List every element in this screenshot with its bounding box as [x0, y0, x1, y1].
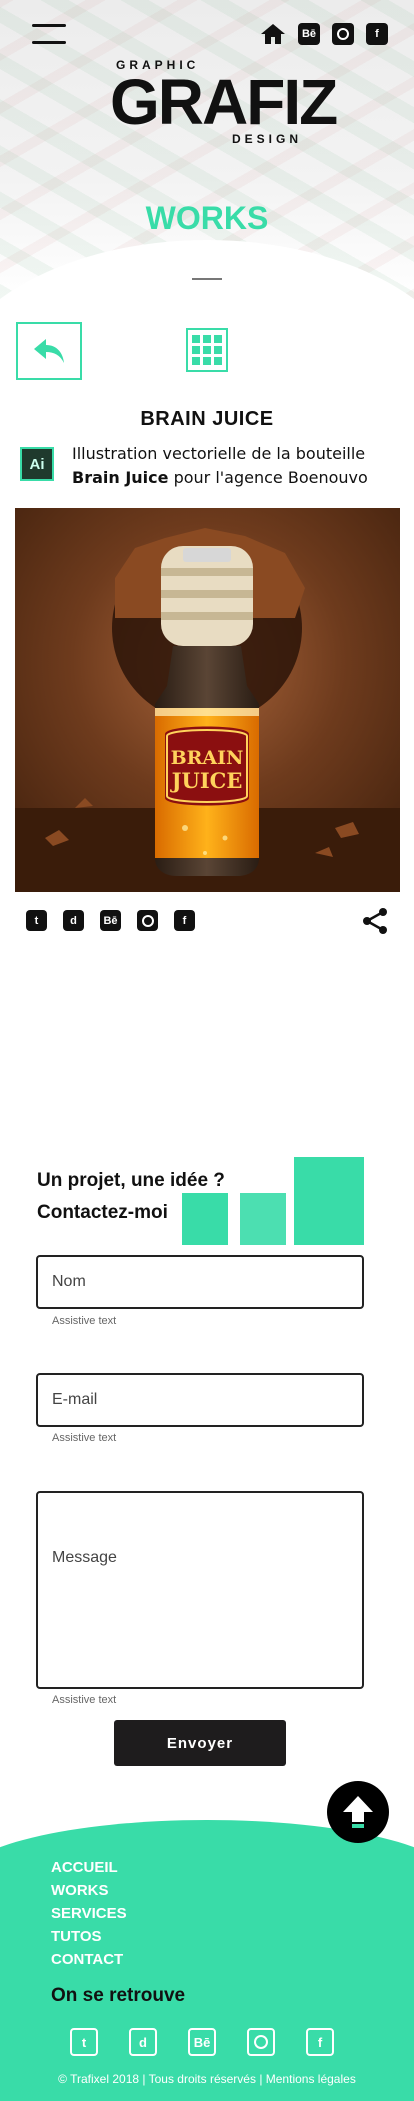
footer-link-works[interactable]: WORKS: [51, 1879, 127, 1902]
illustrator-icon: Ai: [20, 447, 54, 481]
dribbble-icon[interactable]: [137, 910, 158, 931]
message-assistive-text: Assistive text: [52, 1694, 117, 1706]
footer: ACCUEIL WORKS SERVICES TUTOS CONTACT On …: [0, 1820, 414, 2101]
menu-icon[interactable]: [32, 22, 66, 46]
behance-icon[interactable]: Bē: [100, 910, 121, 931]
section-title: WORKS: [145, 200, 269, 236]
behance-icon[interactable]: Bē: [298, 23, 320, 45]
tumblr-icon[interactable]: t: [26, 910, 47, 931]
behance-icon[interactable]: Bē: [188, 2028, 216, 2056]
logo-main-text: GRAFIZ: [110, 66, 338, 138]
delicious-icon[interactable]: d: [63, 910, 84, 931]
facebook-icon[interactable]: f: [306, 2028, 334, 2056]
copyright: © Trafixel 2018 | Tous droits réservés |…: [58, 2072, 356, 2086]
bottle-label-line1: BRAIN: [171, 747, 244, 769]
project-description: Illustration vectorielle de la bouteille…: [72, 444, 368, 487]
project-share-icons: t d Bē f: [26, 910, 195, 931]
header-icons: Bē f: [260, 22, 388, 46]
footer-link-services[interactable]: SERVICES: [51, 1902, 127, 1925]
scroll-to-top-button[interactable]: [327, 1781, 389, 1843]
project-artwork: BRAIN JUICE: [15, 508, 400, 892]
home-icon[interactable]: [260, 22, 286, 46]
footer-link-accueil[interactable]: ACCUEIL: [51, 1856, 127, 1879]
back-arrow-icon: [34, 339, 64, 363]
divider: [192, 278, 222, 280]
facebook-icon[interactable]: f: [174, 910, 195, 931]
delicious-icon[interactable]: d: [129, 2028, 157, 2056]
logo-bottom-text: DESIGN: [232, 132, 303, 146]
footer-nav: ACCUEIL WORKS SERVICES TUTOS CONTACT: [51, 1856, 127, 1971]
brain-juice-illustration: BRAIN JUICE: [15, 528, 400, 892]
facebook-icon[interactable]: f: [366, 23, 388, 45]
back-button[interactable]: [16, 322, 82, 380]
project-title: BRAIN JUICE: [140, 408, 274, 430]
bottle-label-line2: JUICE: [170, 768, 243, 793]
send-button[interactable]: Envoyer: [114, 1720, 286, 1766]
footer-social-icons: t d Bē f: [70, 2028, 334, 2056]
name-assistive-text: Assistive text: [52, 1315, 117, 1327]
message-field[interactable]: Message: [36, 1491, 364, 1689]
footer-link-tutos[interactable]: TUTOS: [51, 1925, 127, 1948]
name-field[interactable]: Nom: [36, 1255, 364, 1309]
decorative-block: [240, 1193, 286, 1245]
footer-link-contact[interactable]: CONTACT: [51, 1948, 127, 1971]
dribbble-icon[interactable]: [332, 23, 354, 45]
decorative-block: [294, 1157, 364, 1245]
share-icon[interactable]: [360, 906, 390, 936]
logo[interactable]: GRAPHIC GRAFIZ DESIGN: [110, 58, 338, 154]
dribbble-icon[interactable]: [247, 2028, 275, 2056]
decorative-block: [182, 1193, 228, 1245]
arrow-up-icon: [343, 1796, 373, 1828]
footer-follow-title: On se retrouve: [51, 1985, 186, 2006]
tumblr-icon[interactable]: t: [70, 2028, 98, 2056]
email-field[interactable]: E-mail: [36, 1373, 364, 1427]
email-assistive-text: Assistive text: [52, 1432, 117, 1444]
grid-view-button[interactable]: [186, 328, 228, 372]
